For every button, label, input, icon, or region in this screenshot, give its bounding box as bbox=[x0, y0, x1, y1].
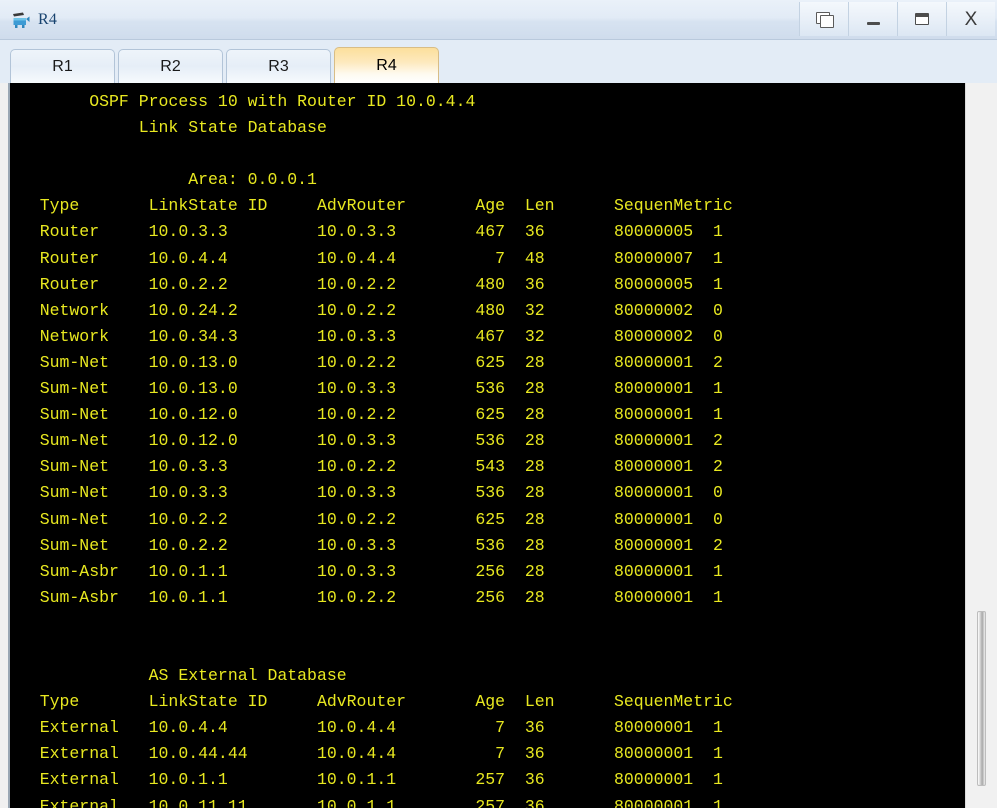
terminal-line: Router 10.0.2.2 10.0.2.2 480 36 80000005… bbox=[10, 274, 723, 294]
terminal-line: Sum-Net 10.0.3.3 10.0.2.2 543 28 8000000… bbox=[10, 457, 723, 477]
tab-strip-filler bbox=[965, 40, 997, 83]
terminal-line: External 10.0.44.44 10.0.4.4 7 36 800000… bbox=[10, 744, 723, 764]
window-title: R4 bbox=[38, 11, 58, 28]
terminal-line: Sum-Net 10.0.2.2 10.0.3.3 536 28 8000000… bbox=[10, 535, 723, 555]
minimize-icon bbox=[866, 22, 880, 25]
terminal-area: OSPF Process 10 with Router ID 10.0.4.4 … bbox=[0, 83, 997, 808]
tab-r4[interactable]: R4 bbox=[334, 47, 439, 83]
terminal-line: Sum-Net 10.0.2.2 10.0.2.2 625 28 8000000… bbox=[10, 509, 723, 529]
terminal-line: Network 10.0.24.2 10.0.2.2 480 32 800000… bbox=[10, 300, 723, 320]
terminal-line: Sum-Net 10.0.12.0 10.0.3.3 536 28 800000… bbox=[10, 431, 723, 451]
minimize-button[interactable] bbox=[848, 2, 897, 36]
close-icon: X bbox=[964, 8, 978, 30]
terminal-line: External 10.0.4.4 10.0.4.4 7 36 80000001… bbox=[10, 718, 723, 738]
title-bar-left: R4 bbox=[10, 6, 57, 34]
restore-button[interactable] bbox=[799, 2, 848, 36]
terminal-line: Sum-Net 10.0.3.3 10.0.3.3 536 28 8000000… bbox=[10, 483, 723, 503]
tab-r3[interactable]: R3 bbox=[226, 49, 331, 83]
terminal-line: OSPF Process 10 with Router ID 10.0.4.4 bbox=[10, 92, 476, 111]
scrollbar-thumb[interactable] bbox=[977, 611, 986, 786]
terminal-line: Router 10.0.3.3 10.0.3.3 467 36 80000005… bbox=[10, 222, 723, 242]
router-console-window: R4 X R1 R2 R3 R4 OSPF Process 10 with Ro… bbox=[0, 0, 997, 808]
tab-strip: R1 R2 R3 R4 bbox=[0, 40, 997, 83]
terminal-line: Sum-Net 10.0.13.0 10.0.2.2 625 28 800000… bbox=[10, 352, 723, 372]
terminal-line: Router 10.0.4.4 10.0.4.4 7 48 80000007 1 bbox=[10, 248, 723, 268]
terminal-line: Type LinkState ID AdvRouter Age Len Sequ… bbox=[10, 692, 733, 712]
terminal-line: Sum-Asbr 10.0.1.1 10.0.2.2 256 28 800000… bbox=[10, 587, 723, 607]
terminal-frame: OSPF Process 10 with Router ID 10.0.4.4 … bbox=[8, 83, 965, 808]
tab-r2[interactable]: R2 bbox=[118, 49, 223, 83]
router-icon bbox=[10, 9, 32, 31]
terminal-line: External 10.0.1.1 10.0.1.1 257 36 800000… bbox=[10, 770, 723, 790]
scrollbar[interactable] bbox=[965, 83, 997, 808]
tab-list: R1 R2 R3 R4 bbox=[10, 45, 442, 83]
terminal-line: Sum-Net 10.0.13.0 10.0.3.3 536 28 800000… bbox=[10, 379, 723, 399]
terminal-output[interactable]: OSPF Process 10 with Router ID 10.0.4.4 … bbox=[10, 83, 965, 808]
window-controls: X bbox=[799, 2, 995, 36]
terminal-line: Link State Database bbox=[10, 118, 327, 138]
title-bar: R4 X bbox=[0, 0, 997, 40]
terminal-line: AS External Database bbox=[10, 666, 347, 686]
terminal-line: Sum-Net 10.0.12.0 10.0.2.2 625 28 800000… bbox=[10, 405, 723, 425]
terminal-line: Type LinkState ID AdvRouter Age Len Sequ… bbox=[10, 196, 733, 216]
terminal-line: Area: 0.0.0.1 bbox=[10, 170, 317, 190]
maximize-icon bbox=[915, 13, 929, 25]
restore-icon bbox=[815, 11, 834, 28]
maximize-button[interactable] bbox=[897, 2, 946, 36]
tab-r1[interactable]: R1 bbox=[10, 49, 115, 83]
terminal-line: External 10.0.11.11 10.0.1.1 257 36 8000… bbox=[10, 796, 723, 808]
terminal-line: Sum-Asbr 10.0.1.1 10.0.3.3 256 28 800000… bbox=[10, 561, 723, 581]
close-button[interactable]: X bbox=[946, 2, 995, 36]
terminal-line: Network 10.0.34.3 10.0.3.3 467 32 800000… bbox=[10, 326, 723, 346]
